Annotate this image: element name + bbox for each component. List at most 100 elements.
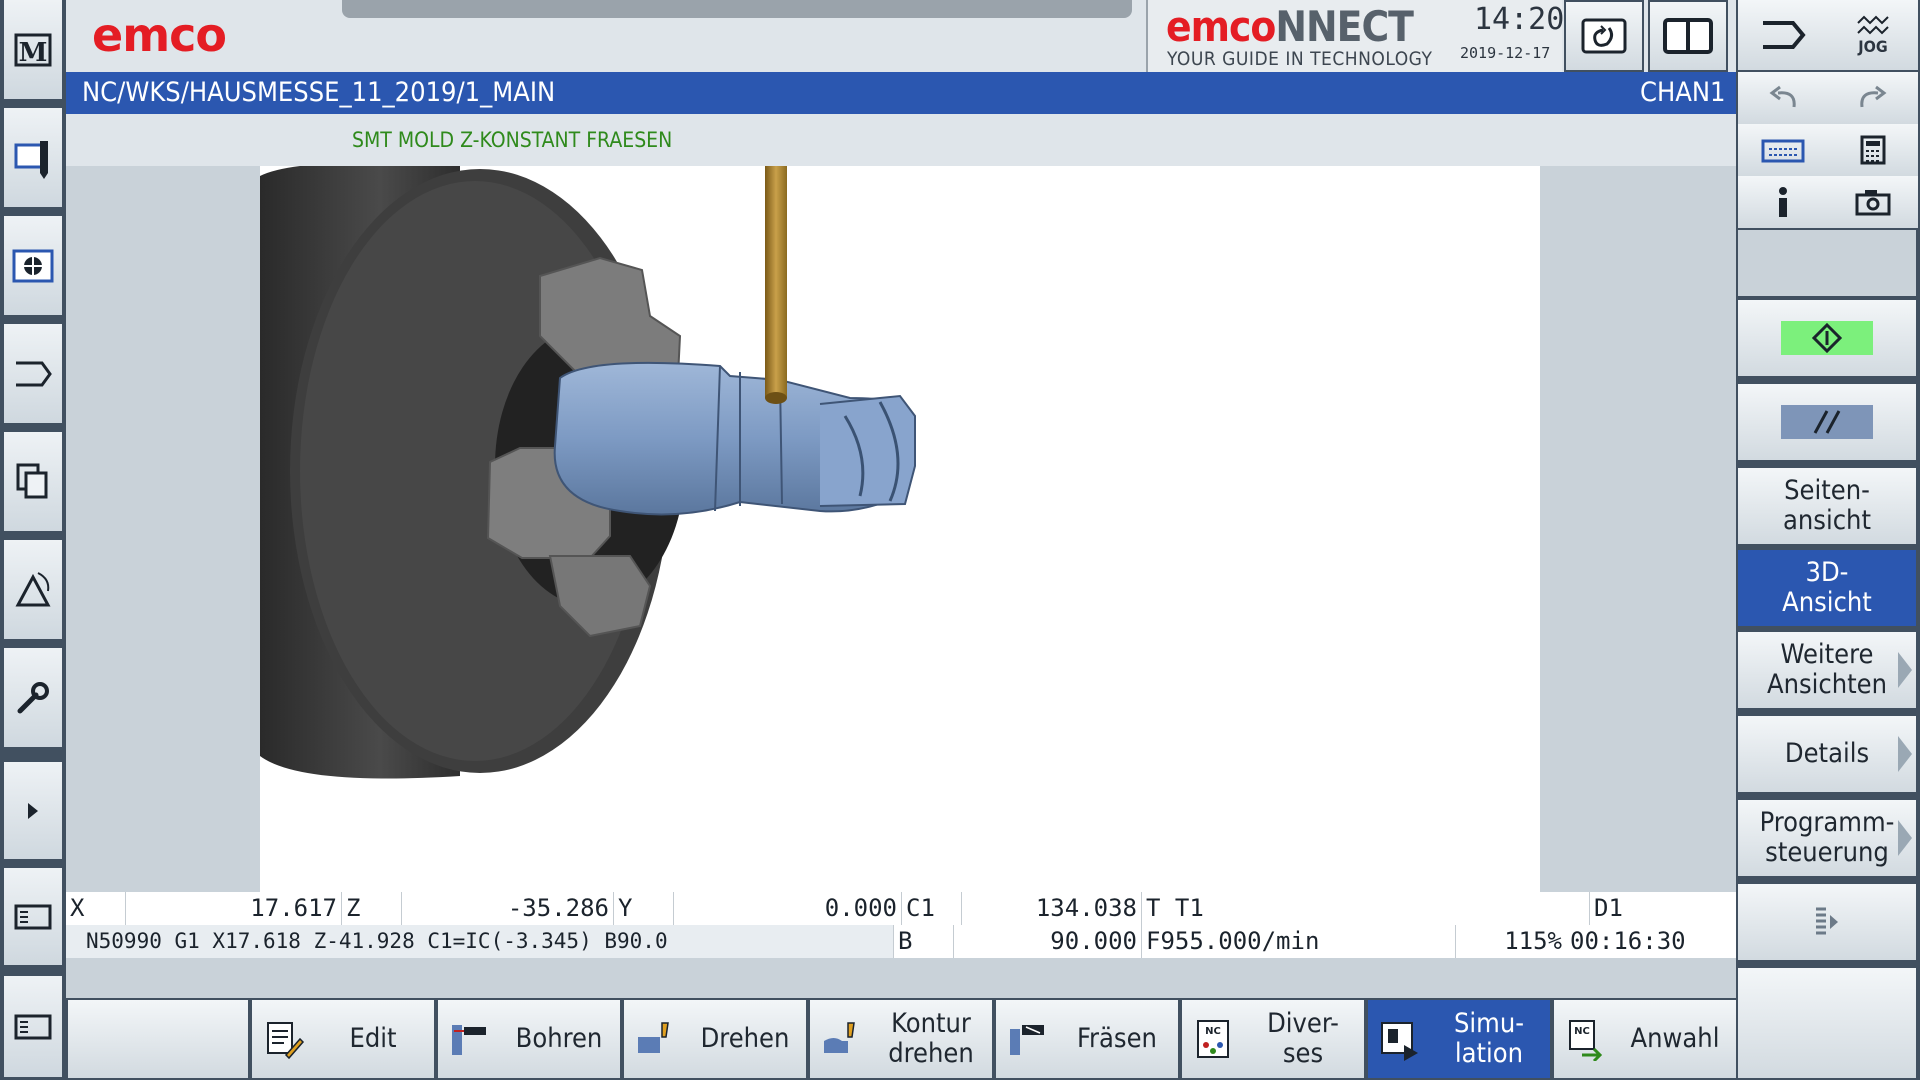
program-button[interactable] xyxy=(4,324,62,426)
redo-button[interactable] xyxy=(1828,72,1918,124)
feed-rate: F955.000/min xyxy=(1142,925,1456,958)
diagnostics-button[interactable] xyxy=(4,540,62,642)
mill-softkey[interactable]: Fräsen xyxy=(996,1000,1178,1078)
program-edit-button[interactable] xyxy=(4,108,62,210)
svg-text:NC: NC xyxy=(1205,1026,1221,1037)
jog-mode-button[interactable]: JOG xyxy=(1828,0,1918,70)
simulation-softkey[interactable]: Simu- lation xyxy=(1368,1000,1550,1078)
window-icon xyxy=(14,904,52,929)
edit-softkey[interactable]: Edit xyxy=(252,1000,434,1078)
cycle-start-indicator-button[interactable] xyxy=(1738,300,1916,376)
cutting-tool xyxy=(765,166,787,404)
single-block-indicator xyxy=(1781,405,1873,439)
program-arrow-icon xyxy=(1763,21,1806,49)
program-control-softkey[interactable]: Programm- steuerung xyxy=(1738,800,1916,876)
wrench-icon xyxy=(17,681,49,713)
simulation-scene xyxy=(260,166,916,779)
chevron-right-icon xyxy=(1898,736,1912,772)
calculator-icon xyxy=(1860,135,1886,165)
svg-text:M: M xyxy=(19,38,48,68)
status-progress-strip xyxy=(342,0,1132,18)
side-view-softkey[interactable]: Seiten- ansicht xyxy=(1738,468,1916,544)
diamond-start-icon xyxy=(1812,323,1842,353)
emconnect-logo-red: emco xyxy=(1166,2,1276,51)
undo-icon xyxy=(1769,85,1796,108)
setup-button[interactable] xyxy=(4,648,62,750)
turn-softkey[interactable]: Drehen xyxy=(624,1000,806,1078)
more-softkeys-button[interactable] xyxy=(1738,884,1916,960)
machine-mode-button[interactable]: M xyxy=(4,0,62,102)
single-block-indicator-button[interactable] xyxy=(1738,384,1916,460)
right-bottom-key[interactable] xyxy=(1738,968,1916,1078)
screenshot-button[interactable] xyxy=(1828,176,1918,228)
select-softkey[interactable]: NC Anwahl xyxy=(1554,1000,1736,1078)
keyboard-button[interactable] xyxy=(1738,124,1828,176)
b-axis-value: 90.000 xyxy=(954,925,1142,958)
simulation-label: Simu- lation xyxy=(1453,1008,1524,1069)
calculator-button[interactable] xyxy=(1828,124,1918,176)
program-arrow-button[interactable] xyxy=(1738,0,1828,70)
undo-button[interactable] xyxy=(1738,72,1828,124)
copy-pages-icon xyxy=(16,463,48,498)
machine-m-icon: M xyxy=(14,33,52,68)
select-label: Anwahl xyxy=(1630,1023,1720,1054)
position-status-panel: X 17.617 Z -35.286 Y 0.000 C1 134.038 T … xyxy=(66,892,1736,958)
more-views-softkey[interactable]: Weitere Ansichten xyxy=(1738,632,1916,708)
reset-button[interactable] xyxy=(1564,0,1644,72)
bottom-info-strip xyxy=(66,958,1736,998)
z-axis-label: Z xyxy=(342,892,402,925)
jog-wave-icon xyxy=(1857,15,1889,34)
bottom-empty-key[interactable] xyxy=(68,1000,248,1078)
info-icon xyxy=(1779,187,1787,217)
select-nc-icon: NC xyxy=(1569,1020,1603,1061)
window-icon xyxy=(14,1014,52,1039)
left-sidebar: M xyxy=(0,0,66,1080)
simulation-icon xyxy=(1381,1022,1418,1061)
drill-icon xyxy=(452,1025,486,1055)
turn-label: Drehen xyxy=(700,1023,790,1054)
split-view-button[interactable] xyxy=(1648,0,1728,72)
details-label: Details xyxy=(1784,738,1870,769)
more-views-label: Weitere Ansichten xyxy=(1766,639,1888,700)
redo-icon xyxy=(1860,85,1887,108)
contour-turn-softkey[interactable]: Kontur drehen xyxy=(810,1000,992,1078)
expand-menu-button[interactable] xyxy=(4,762,62,862)
active-tool: T T1 xyxy=(1142,892,1590,925)
program-manager-button[interactable] xyxy=(4,432,62,534)
emconnect-logo-grey: NNECT xyxy=(1275,2,1414,51)
y-axis-value: 0.000 xyxy=(674,892,902,925)
emco-logo: emco xyxy=(92,8,227,62)
3d-simulation-canvas[interactable] xyxy=(260,166,1540,892)
cycle-start-indicator xyxy=(1781,321,1873,355)
3d-view-softkey[interactable]: 3D- Ansicht xyxy=(1738,550,1916,626)
misc-label: Diver- ses xyxy=(1267,1008,1339,1069)
offset-button[interactable] xyxy=(4,216,62,318)
run-time: 00:16:30 xyxy=(1570,927,1686,955)
details-softkey[interactable]: Details xyxy=(1738,716,1916,792)
workpiece xyxy=(553,361,916,516)
z-axis-value: -35.286 xyxy=(402,892,614,925)
camera-icon xyxy=(1855,190,1891,216)
window-toggle-button[interactable] xyxy=(4,868,62,968)
program-path: NC/WKS/HAUSMESSE_11_2019/1_MAIN xyxy=(82,77,556,108)
more-arrow-icon xyxy=(1816,907,1838,935)
c1-axis-value: 134.038 xyxy=(962,892,1142,925)
jog-label: JOG xyxy=(1858,36,1888,56)
mill-label: Fräsen xyxy=(1077,1023,1157,1054)
drill-label: Bohren xyxy=(515,1023,603,1054)
mill-icon xyxy=(1010,1025,1044,1055)
chevron-right-icon xyxy=(1898,820,1912,856)
split-window-icon xyxy=(1663,18,1713,54)
alarm-triangle-icon xyxy=(15,571,51,606)
turn-icon xyxy=(638,1022,669,1053)
b-axis-label: B xyxy=(894,925,954,958)
drill-softkey[interactable]: Bohren xyxy=(438,1000,620,1078)
channel-name: CHAN1 xyxy=(1640,77,1726,108)
current-nc-block: N50990 G1 X17.618 Z-41.928 C1=IC(-3.345)… xyxy=(66,925,894,958)
window-toggle-button-2[interactable] xyxy=(4,976,62,1080)
contour-turn-icon xyxy=(824,1022,855,1053)
clock-date: 2019-12-17 xyxy=(1460,44,1551,62)
misc-softkey[interactable]: NC Diver- ses xyxy=(1182,1000,1364,1078)
info-button[interactable] xyxy=(1738,176,1828,228)
svg-text:NC: NC xyxy=(1574,1026,1590,1037)
